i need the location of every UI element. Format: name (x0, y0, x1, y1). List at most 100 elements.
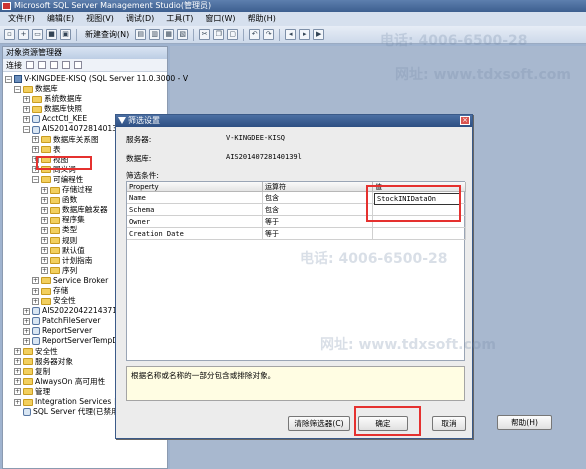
expand-icon[interactable]: + (23, 317, 30, 325)
server-value: V-KINGDEE-KISQ (226, 134, 286, 142)
menu-window[interactable]: 窗口(W) (199, 12, 241, 26)
folder-icon (23, 358, 33, 366)
row-4-operator[interactable]: 等于 (263, 228, 373, 240)
save-all-icon[interactable]: ▣ (60, 29, 71, 40)
expand-icon[interactable]: + (14, 358, 21, 366)
open-file-icon[interactable]: ▭ (32, 29, 43, 40)
tree-node-label: Integration Services 目 (35, 397, 122, 406)
expand-icon[interactable]: + (41, 216, 48, 224)
new-project-icon[interactable]: ▫ (4, 29, 15, 40)
expand-icon[interactable]: + (14, 398, 21, 406)
tree-node-label: AcctCtl_KEE (42, 114, 88, 124)
row-3-operator[interactable]: 等于 (263, 216, 373, 228)
expand-icon[interactable]: + (32, 277, 39, 285)
database-icon (32, 327, 40, 336)
filter-icon[interactable] (62, 61, 70, 69)
expand-icon[interactable]: + (23, 95, 30, 103)
query-icon[interactable]: ▤ (135, 29, 147, 40)
expand-icon[interactable]: + (23, 105, 30, 113)
folder-icon (50, 196, 60, 204)
stop-icon[interactable] (50, 61, 58, 69)
toolbar-divider (193, 28, 195, 41)
connect-button[interactable]: 连接 (6, 60, 22, 71)
paste-icon[interactable]: ▢ (227, 29, 239, 40)
folder-icon (23, 368, 33, 376)
tree-node[interactable]: + 数据库快照 (3, 104, 167, 114)
expand-icon[interactable]: + (32, 287, 39, 295)
tree-node-label: 函数 (62, 195, 78, 205)
tree-node-label: V-KINGDEE-KISQ (SQL Server 11.0.3000 - V (24, 74, 189, 83)
folder-icon (50, 237, 60, 245)
expand-icon[interactable]: + (32, 136, 39, 144)
tree-node-label: Service Broker (53, 275, 109, 285)
expand-icon[interactable]: + (32, 297, 39, 305)
start-debug-icon[interactable]: ▶ (313, 29, 325, 40)
menu-file[interactable]: 文件(F) (2, 12, 41, 26)
expand-icon[interactable]: + (41, 237, 48, 245)
close-icon[interactable]: × (460, 116, 470, 125)
expand-icon (14, 409, 21, 416)
add-icon[interactable]: + (18, 29, 29, 40)
save-icon[interactable]: ■ (46, 29, 57, 40)
collapse-icon[interactable]: − (23, 126, 30, 134)
expand-icon[interactable]: + (14, 348, 21, 356)
mdx-query-icon[interactable]: ▧ (177, 29, 189, 40)
clear-filter-button[interactable]: 清除筛选器(C) (288, 416, 350, 431)
analysis-query-icon[interactable]: ▦ (163, 29, 175, 40)
tree-node-label: 存储 (53, 285, 69, 295)
toolbar-divider (243, 28, 245, 41)
expand-icon[interactable]: + (14, 368, 21, 376)
database-icon (32, 115, 40, 124)
collapse-icon[interactable]: − (14, 85, 21, 93)
tree-node-label: 数据库 (35, 84, 58, 94)
expand-icon[interactable]: + (41, 247, 48, 255)
expand-icon[interactable]: + (23, 307, 30, 315)
window-title: Microsoft SQL Server Management Studio(管… (14, 1, 212, 10)
folder-icon (50, 226, 60, 234)
menu-view[interactable]: 视图(V) (80, 12, 120, 26)
cancel-button[interactable]: 取消 (432, 416, 466, 431)
collapse-icon[interactable]: − (5, 75, 12, 83)
expand-icon[interactable]: + (32, 146, 39, 154)
expand-icon[interactable]: + (14, 388, 21, 396)
tree-node-label: ReportServer (42, 326, 93, 336)
expand-icon[interactable]: + (23, 327, 30, 335)
row-1-operator[interactable]: 包含 (263, 192, 373, 204)
help-button[interactable]: 帮助(H) (497, 415, 552, 430)
collapse-icon[interactable]: − (32, 176, 39, 184)
navigate-forward-icon[interactable]: ▸ (299, 29, 311, 40)
tree-node-label: AlwaysOn 高可用性 (35, 376, 106, 386)
expand-icon[interactable]: + (41, 186, 48, 194)
copy-icon[interactable]: ❐ (213, 29, 225, 40)
new-query-button[interactable]: 新建查询(N) (82, 28, 132, 41)
expand-icon[interactable]: + (41, 226, 48, 234)
redo-icon[interactable]: ↷ (263, 29, 275, 40)
db-engine-query-icon[interactable]: ▥ (149, 29, 161, 40)
expand-icon[interactable]: + (41, 206, 48, 214)
menu-help[interactable]: 帮助(H) (242, 12, 282, 26)
tree-node[interactable]: + 系统数据库 (3, 94, 167, 104)
menu-tools[interactable]: 工具(T) (160, 12, 199, 26)
expand-icon[interactable]: + (14, 378, 21, 386)
disconnect-icon[interactable] (38, 61, 46, 69)
menu-bar: 文件(F) 编辑(E) 视图(V) 调试(D) 工具(T) 窗口(W) 帮助(H… (0, 12, 586, 26)
row-4-value[interactable] (373, 228, 466, 240)
tree-node[interactable]: − V-KINGDEE-KISQ (SQL Server 11.0.3000 - … (3, 74, 188, 84)
expand-icon[interactable]: + (23, 115, 30, 123)
row-1-property: Name (127, 192, 263, 204)
menu-debug[interactable]: 调试(D) (120, 12, 160, 26)
row-3-property: Owner (127, 216, 263, 228)
folder-icon (41, 297, 51, 305)
connect-icon[interactable] (26, 61, 34, 69)
expand-icon[interactable]: + (41, 257, 48, 265)
row-2-operator[interactable]: 包含 (263, 204, 373, 216)
cut-icon[interactable]: ✂ (199, 29, 211, 40)
expand-icon[interactable]: + (23, 337, 30, 345)
tree-node[interactable]: − 数据库 (3, 84, 167, 94)
navigate-back-icon[interactable]: ◂ (285, 29, 297, 40)
menu-edit[interactable]: 编辑(E) (41, 12, 80, 26)
refresh-icon[interactable] (74, 61, 82, 69)
expand-icon[interactable]: + (41, 196, 48, 204)
expand-icon[interactable]: + (41, 267, 48, 275)
undo-icon[interactable]: ↶ (249, 29, 261, 40)
